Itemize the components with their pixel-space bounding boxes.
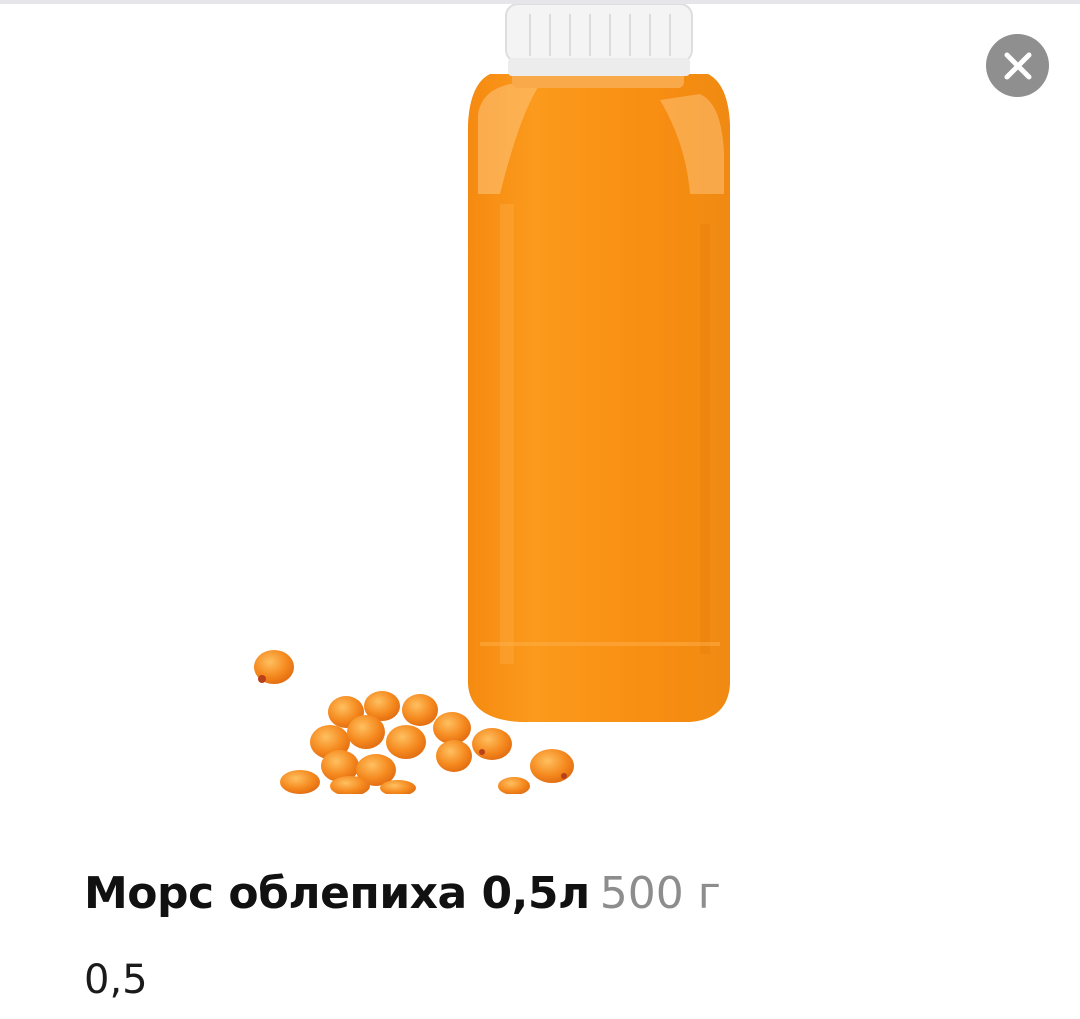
product-title: Морс облепиха 0,5л	[84, 868, 590, 919]
bottle-cap	[505, 4, 693, 76]
close-icon	[1004, 52, 1031, 79]
product-weight: 500 г	[599, 868, 721, 919]
product-title-row: Морс облепиха 0,5л 500 г	[84, 866, 721, 922]
product-image	[254, 4, 730, 794]
close-button[interactable]	[986, 34, 1049, 97]
juice-bottle	[468, 56, 730, 722]
product-description: 0,5	[84, 957, 148, 1003]
